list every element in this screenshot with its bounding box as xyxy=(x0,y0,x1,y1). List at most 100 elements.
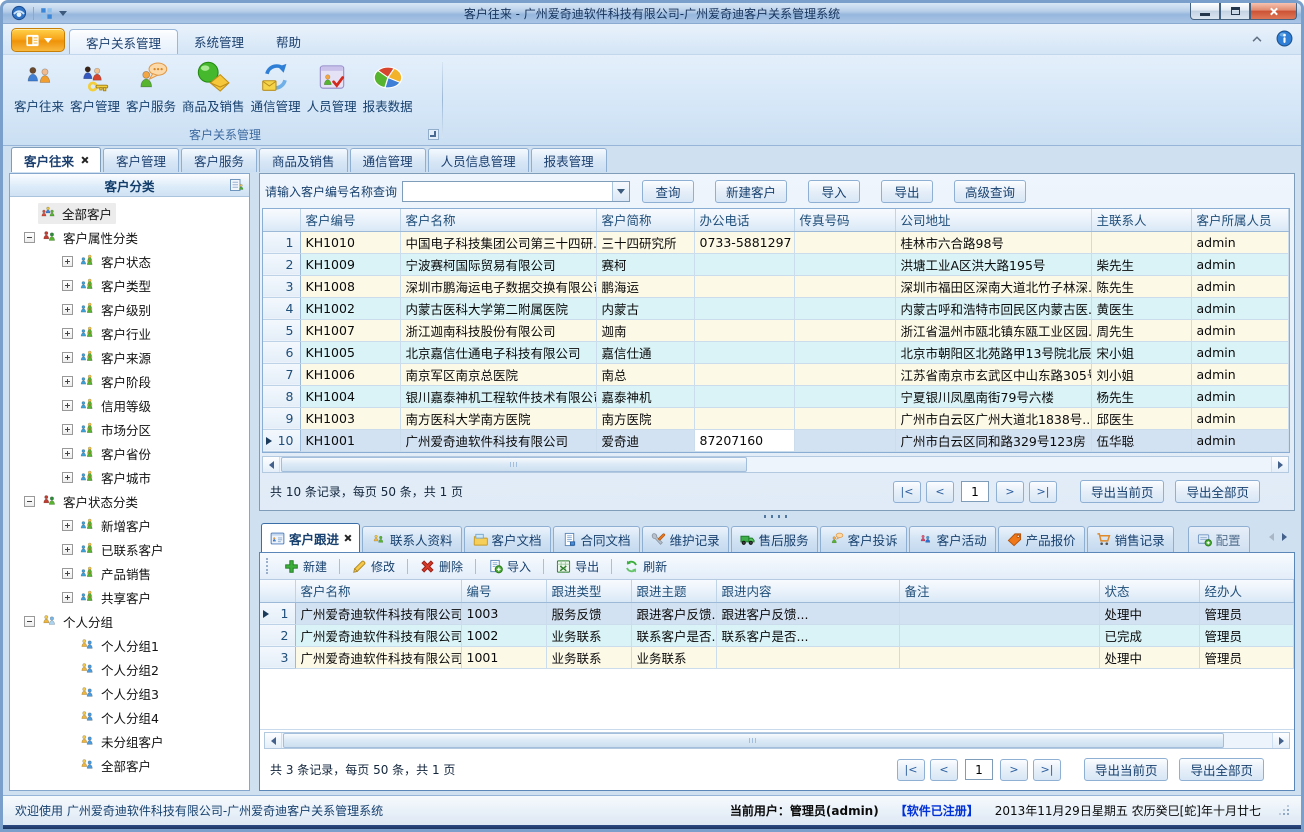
tree-item[interactable]: 客户城市 xyxy=(10,465,249,489)
table-row[interactable]: 1广州爱奇迪软件科技有限公司1003服务反馈跟进客户反馈...跟进客户反馈...… xyxy=(260,602,1294,624)
tree-item[interactable]: 产品销售 xyxy=(10,561,249,585)
tree-item[interactable]: 客户级别 xyxy=(10,297,249,321)
tree-item[interactable]: 全部客户 xyxy=(10,753,249,777)
tree-item[interactable]: 个人分组1 xyxy=(10,633,249,657)
column-header[interactable]: 办公电话 xyxy=(694,209,794,231)
help-button[interactable] xyxy=(1276,30,1293,47)
tab-report-management[interactable]: 报表管理 xyxy=(531,148,607,172)
table-row[interactable]: 7KH1006南京军区南京总医院南总江苏省南京市玄武区中山东路305号刘小姐ad… xyxy=(263,363,1289,385)
column-header[interactable]: 客户名称 xyxy=(295,580,461,602)
tree-item[interactable]: 客户类型 xyxy=(10,273,249,297)
sidebar-config-button[interactable] xyxy=(229,177,245,193)
last-page-button[interactable]: >| xyxy=(1029,481,1057,503)
quick-access-dropdown-icon[interactable] xyxy=(59,11,67,16)
detail-tab-config[interactable]: 配置 xyxy=(1188,526,1250,552)
close-button[interactable] xyxy=(1250,3,1297,20)
export-button[interactable]: 导出 xyxy=(551,556,604,577)
ribbon-customer-service-button[interactable]: 客户服务 xyxy=(123,58,179,117)
column-header[interactable]: 跟进类型 xyxy=(546,580,631,602)
ribbon-products-sales-button[interactable]: 商品及销售 xyxy=(179,58,248,117)
tree-item[interactable]: 新增客户 xyxy=(10,513,249,537)
tree-toggle-plus-icon[interactable] xyxy=(62,472,73,483)
tree-toggle-plus-icon[interactable] xyxy=(62,304,73,315)
tree-item[interactable]: 客户行业 xyxy=(10,321,249,345)
column-header[interactable]: 客户名称 xyxy=(400,209,596,231)
tree-item[interactable]: 客户状态 xyxy=(10,249,249,273)
scrollbar-track[interactable] xyxy=(280,457,1271,472)
scroll-tabs-right-button[interactable] xyxy=(1282,530,1287,544)
column-header[interactable]: 跟进内容 xyxy=(716,580,899,602)
maximize-button[interactable] xyxy=(1220,3,1250,20)
tab-customer-management[interactable]: 客户管理 xyxy=(103,148,179,172)
table-row[interactable]: 4KH1002内蒙古医科大学第二附属医院内蒙古内蒙古呼和浩特市回民区内蒙古医..… xyxy=(263,297,1289,319)
detail-export-current-page-button[interactable]: 导出当前页 xyxy=(1084,758,1169,781)
delete-button[interactable]: 删除 xyxy=(415,556,468,577)
titlebar[interactable]: 客户往来 - 广州爱奇迪软件科技有限公司-广州爱奇迪客户关系管理系统 xyxy=(3,3,1301,24)
detail-tab-contacts[interactable]: 联系人资料 xyxy=(362,526,462,552)
tree-toggle-plus-icon[interactable] xyxy=(62,400,73,411)
detail-tab-activities[interactable]: 客户活动 xyxy=(909,526,996,552)
tree-toggle-plus-icon[interactable] xyxy=(62,328,73,339)
tree-toggle-plus-icon[interactable] xyxy=(62,280,73,291)
new-button[interactable]: 新建 xyxy=(279,556,332,577)
detail-tab-complaints[interactable]: 客户投诉 xyxy=(820,526,907,552)
column-header[interactable]: 公司地址 xyxy=(895,209,1091,231)
detail-prev-page-button[interactable]: < xyxy=(930,759,958,781)
detail-tab-contract-docs[interactable]: 合同文档 xyxy=(553,526,640,552)
tree-toggle-minus-icon[interactable] xyxy=(24,232,35,243)
scroll-tabs-left-button[interactable] xyxy=(1269,530,1274,544)
new-customer-button[interactable]: 新建客户 xyxy=(715,180,787,203)
tree-toggle-plus-icon[interactable] xyxy=(62,376,73,387)
import-button[interactable]: 导入 xyxy=(483,556,536,577)
table-row[interactable]: 9KH1003南方医科大学南方医院南方医院广州市白云区广州大道北1838号...… xyxy=(263,407,1289,429)
tab-personnel-info[interactable]: 人员信息管理 xyxy=(428,148,529,172)
detail-tab-after-sales[interactable]: 售后服务 xyxy=(731,526,818,552)
detail-tab-maintenance[interactable]: 维护记录 xyxy=(642,526,729,552)
tree-item[interactable]: 个人分组3 xyxy=(10,681,249,705)
advanced-query-button[interactable]: 高级查询 xyxy=(954,180,1026,203)
ribbon-report-data-button[interactable]: 报表数据 xyxy=(360,58,416,117)
ribbon-tab-crm[interactable]: 客户关系管理 xyxy=(69,29,178,54)
prev-page-button[interactable]: < xyxy=(926,481,954,503)
first-page-button[interactable]: |< xyxy=(893,481,921,503)
tab-customer-contacts[interactable]: 客户往来 xyxy=(11,147,101,172)
tab-products-sales[interactable]: 商品及销售 xyxy=(259,148,348,172)
tree-toggle-plus-icon[interactable] xyxy=(62,544,73,555)
next-page-button[interactable]: > xyxy=(996,481,1024,503)
detail-export-all-pages-button[interactable]: 导出全部页 xyxy=(1179,758,1264,781)
detail-scrollbar-track[interactable] xyxy=(282,733,1272,748)
detail-next-page-button[interactable]: > xyxy=(1000,759,1028,781)
ribbon-customers-button[interactable]: 客户往来 xyxy=(11,58,67,117)
search-dropdown-button[interactable] xyxy=(612,182,629,201)
resize-grip[interactable] xyxy=(1277,805,1289,817)
scroll-right-button[interactable] xyxy=(1271,457,1288,472)
tree-item[interactable]: 客户省份 xyxy=(10,441,249,465)
table-row[interactable]: 10KH1001广州爱奇迪软件科技有限公司爱奇迪87207160广州市白云区同和… xyxy=(263,429,1289,451)
detail-scroll-left-button[interactable] xyxy=(265,733,282,748)
ribbon-tab-system[interactable]: 系统管理 xyxy=(178,29,260,54)
tree-item[interactable]: 共享客户 xyxy=(10,585,249,609)
column-header[interactable]: 传真号码 xyxy=(794,209,895,231)
tree-toggle-minus-icon[interactable] xyxy=(24,496,35,507)
detail-tab-quotations[interactable]: 产品报价 xyxy=(998,526,1085,552)
collapse-ribbon-button[interactable] xyxy=(1250,32,1264,46)
column-header[interactable]: 客户所属人员 xyxy=(1191,209,1289,231)
tree-toggle-plus-icon[interactable] xyxy=(62,520,73,531)
close-tab-icon[interactable] xyxy=(343,534,351,542)
table-row[interactable]: 2KH1009宁波赛柯国际贸易有限公司赛柯洪塘工业A区洪大路195号柴先生adm… xyxy=(263,253,1289,275)
detail-first-page-button[interactable]: |< xyxy=(897,759,925,781)
ribbon-customer-management-button[interactable]: 客户管理 xyxy=(67,58,123,117)
tree-item[interactable]: 客户状态分类 xyxy=(10,489,249,513)
minimize-button[interactable] xyxy=(1190,3,1220,20)
quick-access-toolbar-button[interactable] xyxy=(40,7,53,20)
query-button[interactable]: 查询 xyxy=(642,180,694,203)
detail-horizontal-scrollbar[interactable] xyxy=(264,732,1290,749)
column-header[interactable]: 经办人 xyxy=(1199,580,1294,602)
column-header[interactable]: 备注 xyxy=(899,580,1099,602)
column-header[interactable]: 编号 xyxy=(461,580,546,602)
column-header[interactable]: 状态 xyxy=(1099,580,1199,602)
tree-item[interactable]: 全部客户 xyxy=(10,201,249,225)
tree-item[interactable]: 客户来源 xyxy=(10,345,249,369)
vertical-splitter[interactable] xyxy=(253,173,256,791)
tree-item[interactable]: 未分组客户 xyxy=(10,729,249,753)
